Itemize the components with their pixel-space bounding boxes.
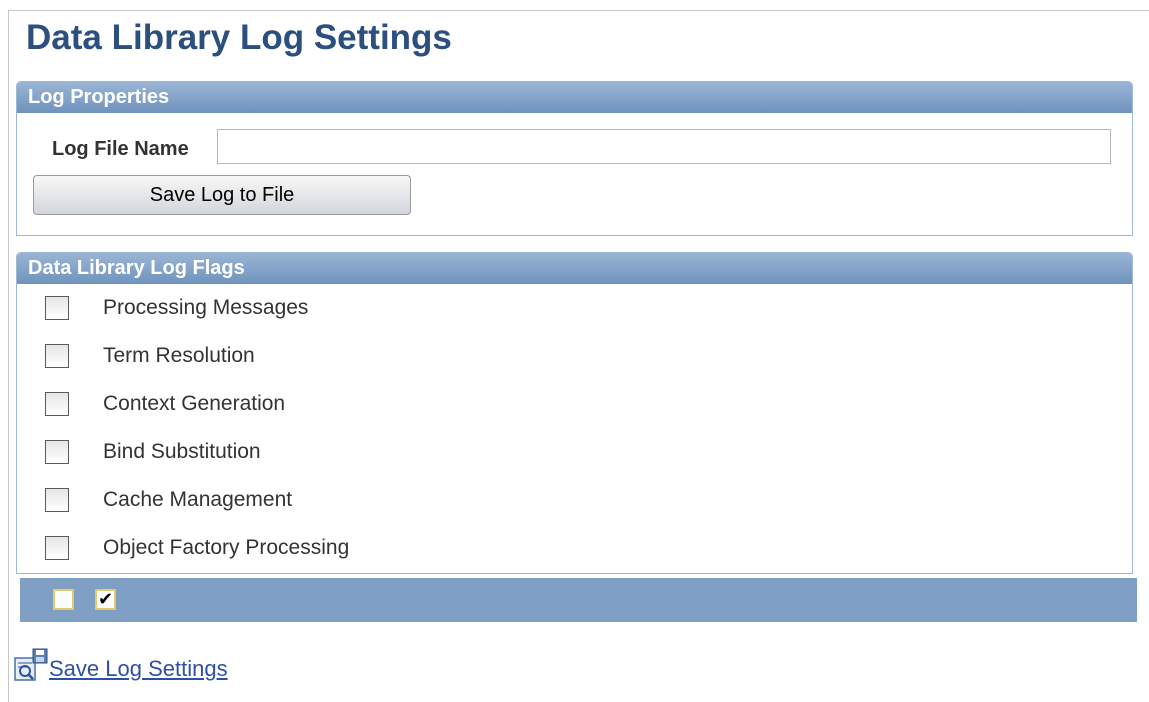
bind-substitution-label: Bind Substitution — [103, 440, 261, 463]
flag-row-cache-management: Cache Management — [45, 485, 292, 515]
log-file-name-label: Log File Name — [52, 138, 189, 160]
save-settings-icon — [14, 648, 48, 681]
select-actions-bar: ✔ — [20, 578, 1137, 622]
log-flags-panel: Data Library Log Flags Processing Messag… — [16, 252, 1133, 574]
processing-messages-checkbox[interactable] — [45, 296, 69, 320]
flag-row-context-generation: Context Generation — [45, 389, 285, 419]
cache-management-label: Cache Management — [103, 488, 293, 511]
flag-row-term-resolution: Term Resolution — [45, 341, 255, 371]
page-title: Data Library Log Settings — [26, 18, 452, 57]
clear-all-checkbox-icon[interactable] — [53, 589, 74, 610]
term-resolution-checkbox[interactable] — [45, 344, 69, 368]
processing-messages-label: Processing Messages — [103, 296, 309, 319]
context-generation-label: Context Generation — [103, 392, 286, 415]
flag-row-bind-substitution: Bind Substitution — [45, 437, 261, 467]
log-flags-header: Data Library Log Flags — [17, 253, 1132, 284]
bind-substitution-checkbox[interactable] — [45, 440, 69, 464]
log-properties-panel: Log Properties Log File Name Save Log to… — [16, 81, 1133, 236]
save-log-settings[interactable]: Save Log Settings — [14, 648, 228, 682]
object-factory-processing-checkbox[interactable] — [45, 536, 69, 560]
term-resolution-label: Term Resolution — [103, 344, 255, 367]
flag-row-processing-messages: Processing Messages — [45, 293, 308, 323]
save-log-to-file-button[interactable]: Save Log to File — [33, 175, 411, 215]
object-factory-processing-label: Object Factory Processing — [103, 536, 350, 559]
log-properties-header: Log Properties — [17, 82, 1132, 113]
save-log-settings-link[interactable]: Save Log Settings — [49, 656, 228, 682]
flag-row-object-factory-processing: Object Factory Processing — [45, 533, 349, 563]
cache-management-checkbox[interactable] — [45, 488, 69, 512]
log-file-name-input[interactable] — [217, 129, 1111, 164]
select-all-checkbox-icon[interactable]: ✔ — [95, 589, 116, 610]
context-generation-checkbox[interactable] — [45, 392, 69, 416]
